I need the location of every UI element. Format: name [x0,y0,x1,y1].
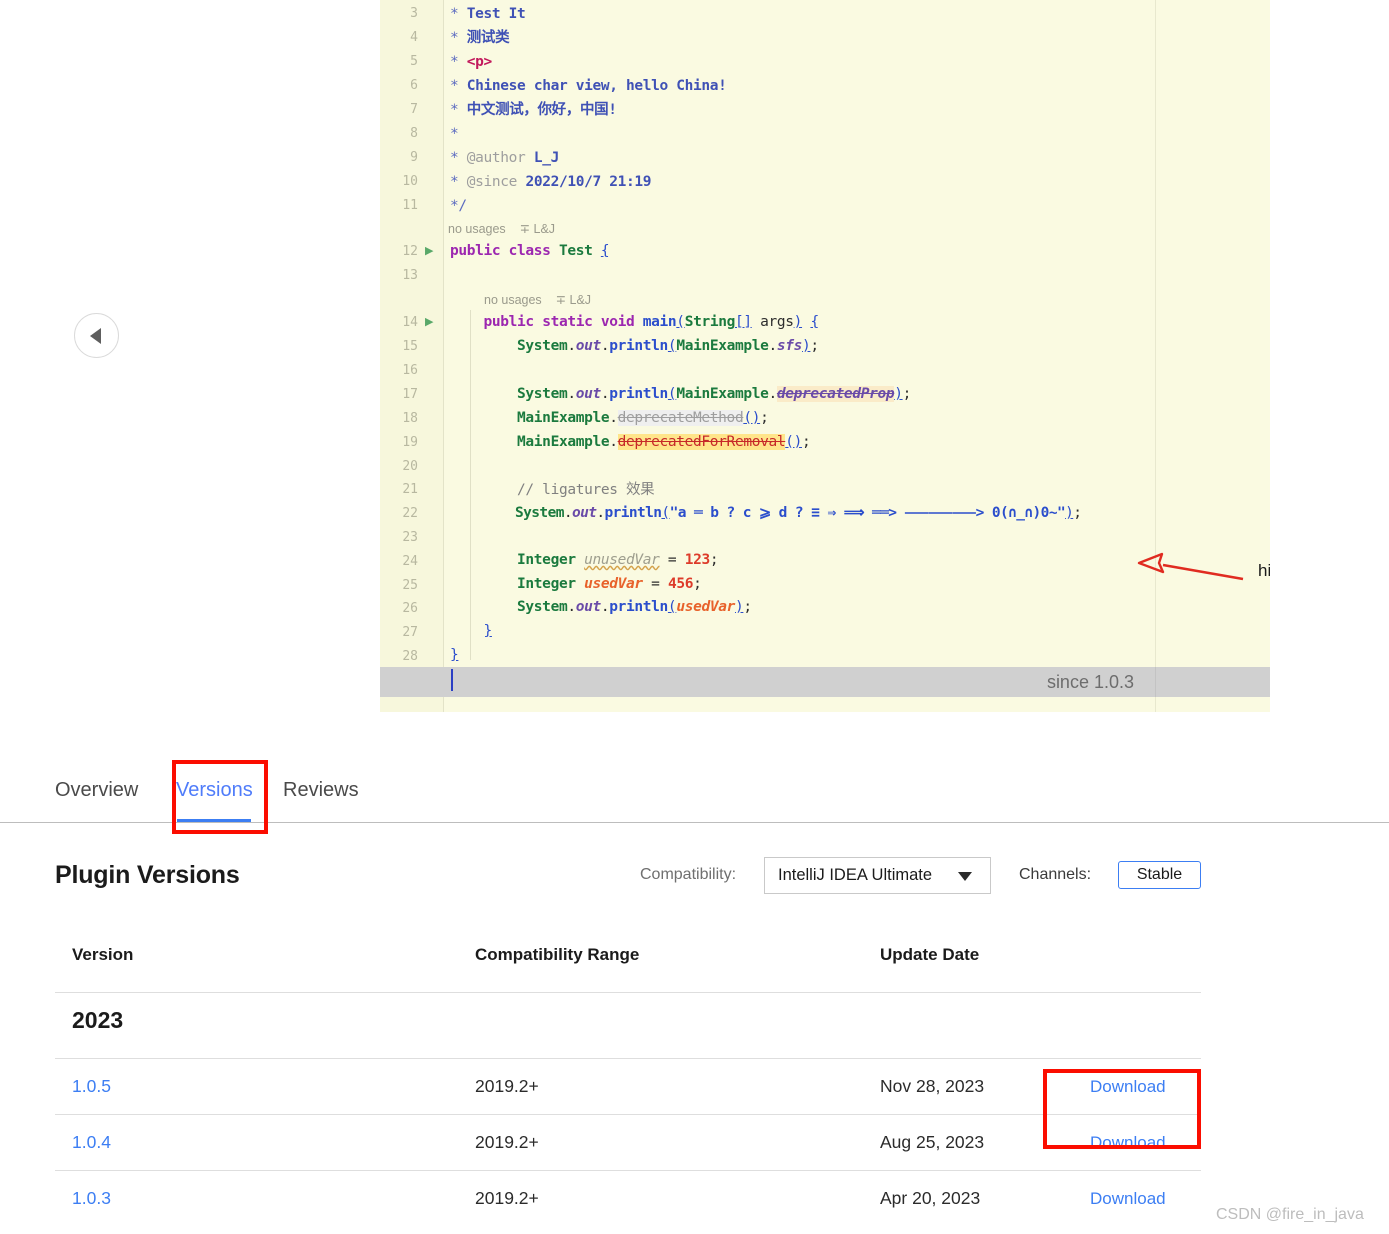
version-range: 2019.2+ [475,1132,539,1152]
code-line: public static void main(String[] args) { [483,314,820,330]
channels-label: Channels: [1019,866,1092,883]
code-line: public class Test { [450,243,610,259]
line-number: 22 [402,506,418,521]
tabbar-divider [0,822,1389,823]
version-link[interactable]: 1.0.5 [72,1059,111,1114]
download-link[interactable]: Download [1090,1059,1166,1114]
table-row: 1.0.5 2019.2+ Nov 28, 2023 Download [55,1058,1201,1114]
version-date: Nov 28, 2023 [880,1076,985,1096]
code-line: * Test It [450,6,526,22]
watermark: CSDN @fire_in_java [1216,1206,1364,1223]
carousel-prev-button[interactable] [74,313,119,358]
line-number: 8 [410,126,418,141]
editor-right-margin-rule [1155,0,1156,712]
annotation-arrow-icon [1137,552,1244,581]
table-row: 1.0.4 2019.2+ Aug 25, 2023 Download [55,1114,1201,1170]
line-number: 27 [402,625,418,640]
code-line: System.out.println(usedVar); [517,599,752,615]
code-line: * @since 2022/10/7 21:19 [450,174,652,190]
code-line: * Chinese char view, hello China! [450,78,727,94]
line-number: 4 [410,30,418,45]
line-number: 12 [402,244,418,259]
compatibility-selected-value: IntelliJ IDEA Ultimate [778,866,933,884]
code-screenshot-panel: 3 4 5 6 7 8 9 10 11 12 13 14 15 16 17 18… [380,0,1270,712]
page-title: Plugin Versions [55,861,240,889]
since-version-label: since 1.0.3 [1046,672,1134,692]
line-number: 17 [402,387,418,402]
code-line: MainExample.deprecateMethod(); [517,410,769,426]
tab-overview[interactable]: Overview [55,767,138,823]
line-number: 25 [402,578,418,593]
code-line: Integer usedVar = 456; [517,576,702,592]
download-link[interactable]: Download [1090,1115,1166,1170]
line-number: 26 [402,601,418,616]
code-line: * 中文测试，你好，中国! [450,102,617,118]
chevron-down-icon [958,872,972,881]
table-header-row: Version Compatibility Range Update Date [55,945,1201,992]
code-line: Integer unusedVar = 123; [517,552,719,568]
run-method-icon[interactable]: ▶ [425,310,437,334]
line-number: 10 [402,174,418,189]
line-number: 23 [402,530,418,545]
inlay-hint-no-usages[interactable]: no usages ∓ L&J [484,289,591,311]
run-class-icon[interactable]: ▶ [425,239,437,263]
annotation-label: highlight unused variable [1258,561,1270,580]
version-date: Apr 20, 2023 [880,1188,981,1208]
code-line: // ligatures 效果 [517,482,655,498]
channel-stable-button[interactable]: Stable [1118,861,1201,889]
code-line: System.out.println(MainExample.deprecate… [517,386,911,402]
version-date: Aug 25, 2023 [880,1132,985,1152]
code-line: * @author L_J [450,150,559,166]
table-year-group-row: 2023 [55,992,1201,1058]
line-number: 28 [402,649,418,664]
code-line: * 测试类 [450,30,510,46]
code-line: * <p> [450,54,492,70]
code-line: System.out.println("a ═ b ? c ⩾ d ? ≡ ⇒ … [515,505,1082,521]
line-number: 24 [402,554,418,569]
column-header-compatibility-range: Compatibility Range [475,945,640,964]
code-line: */ [450,198,467,214]
line-number: 6 [410,78,418,93]
line-number: 13 [402,268,418,283]
line-number: 7 [410,102,418,117]
line-number: 16 [402,363,418,378]
column-header-update-date: Update Date [880,945,980,964]
compatibility-label: Compatibility: [640,866,737,883]
tab-reviews[interactable]: Reviews [283,767,359,823]
code-line: } [450,647,459,663]
tab-versions[interactable]: Versions [176,767,253,823]
table-row: 1.0.3 2019.2+ Apr 20, 2023 Download [55,1170,1201,1226]
inlay-hint-no-usages[interactable]: no usages ∓ L&J [448,218,555,240]
code-line: } [483,623,493,639]
plugin-tabs: Overview Versions Reviews [0,767,1389,823]
line-number: 15 [402,339,418,354]
line-number: 9 [410,150,418,165]
year-label: 2023 [72,1007,124,1033]
line-number: 21 [402,482,418,497]
download-link[interactable]: Download [1090,1171,1166,1226]
chevron-left-icon [90,328,101,344]
code-line: * [450,126,459,142]
compatibility-select[interactable]: IntelliJ IDEA Ultimate [764,857,991,894]
line-number: 5 [410,54,418,69]
line-number: 20 [402,459,418,474]
gutter-separator [443,0,444,712]
versions-table: Version Compatibility Range Update Date … [55,945,1201,1226]
line-number: 14 [402,315,418,330]
line-number: 11 [402,198,418,213]
code-line: MainExample.deprecatedForRemoval(); [517,434,811,450]
line-number: 18 [402,411,418,426]
version-link[interactable]: 1.0.3 [72,1171,111,1226]
column-header-version: Version [72,945,134,964]
line-number: 19 [402,435,418,450]
code-line: System.out.println(MainExample.sfs); [517,338,819,354]
caret-row-rule [1155,667,1156,697]
version-range: 2019.2+ [475,1076,539,1096]
version-link[interactable]: 1.0.4 [72,1115,111,1170]
line-number: 3 [410,6,418,21]
active-tab-indicator [177,819,251,822]
version-range: 2019.2+ [475,1188,539,1208]
